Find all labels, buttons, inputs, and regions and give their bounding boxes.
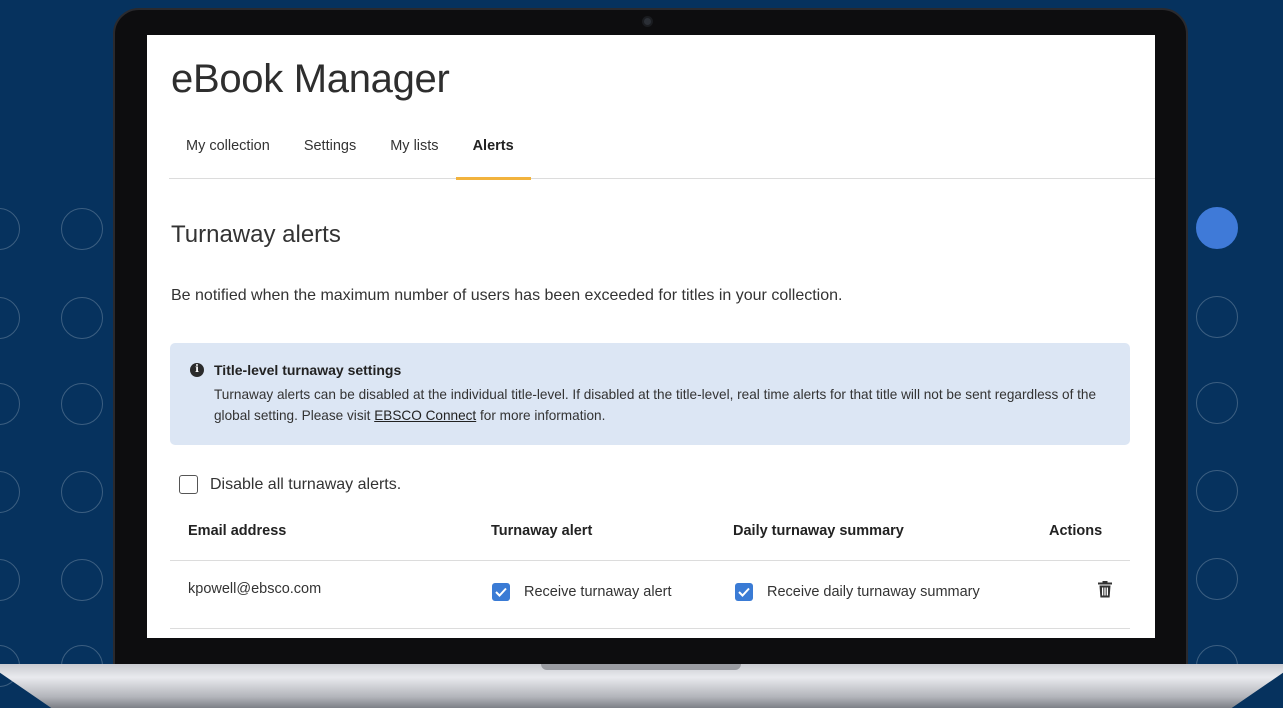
decorative-circle [0, 208, 20, 250]
decorative-circle [0, 471, 20, 513]
email-cell: kpowell@ebsco.com [188, 581, 322, 597]
section-description: Be notified when the maximum number of u… [171, 287, 843, 304]
info-text: Turnaway alerts can be disabled at the i… [214, 384, 1114, 426]
disable-all-checkbox[interactable] [179, 475, 198, 494]
disable-all-row: Disable all turnaway alerts. [179, 475, 401, 494]
turnaway-alert-cell: Receive turnaway alert [492, 583, 672, 601]
column-header-email: Email address [188, 523, 287, 539]
daily-summary-checkbox[interactable] [735, 583, 753, 601]
marketing-stage: eBook Manager My collection Settings My … [0, 0, 1283, 708]
decorative-circle [0, 559, 20, 601]
disable-all-label[interactable]: Disable all turnaway alerts. [210, 476, 401, 494]
column-header-daily-summary: Daily turnaway summary [733, 523, 904, 539]
table-row: kpowell@ebsco.com Receive turnaway alert… [170, 561, 1130, 629]
trash-icon [1098, 581, 1112, 598]
column-header-actions: Actions [1049, 523, 1103, 539]
decorative-circle [61, 559, 103, 601]
decorative-circle [0, 383, 20, 425]
app-screen: eBook Manager My collection Settings My … [147, 35, 1155, 638]
decorative-circle [1196, 382, 1238, 424]
turnaway-alert-checkbox[interactable] [492, 583, 510, 601]
section-title: Turnaway alerts [171, 221, 341, 248]
info-heading: Title-level turnaway settings [214, 362, 402, 378]
decorative-circle [1196, 558, 1238, 600]
tab-my-collection[interactable]: My collection [169, 129, 287, 179]
info-text-before-link: Turnaway alerts can be disabled at the i… [214, 387, 1097, 423]
decorative-circle [61, 383, 103, 425]
decorative-dot-filled [1196, 207, 1238, 249]
info-icon: i [190, 363, 204, 377]
turnaway-alert-label[interactable]: Receive turnaway alert [524, 584, 672, 600]
daily-summary-cell: Receive daily turnaway summary [735, 583, 980, 601]
decorative-circle [61, 471, 103, 513]
laptop-base-notch [541, 664, 741, 670]
decorative-circle [0, 297, 20, 339]
decorative-circle [1196, 296, 1238, 338]
table-header: Email address Turnaway alert Daily turna… [170, 513, 1130, 561]
info-text-after-link: for more information. [476, 408, 606, 423]
column-header-turnaway-alert: Turnaway alert [491, 523, 593, 539]
daily-summary-label[interactable]: Receive daily turnaway summary [767, 584, 980, 600]
info-callout: i Title-level turnaway settings Turnaway… [170, 343, 1130, 445]
decorative-circle [61, 208, 103, 250]
checkmark-icon [738, 587, 750, 597]
ebsco-connect-link[interactable]: EBSCO Connect [374, 408, 476, 423]
app-title: eBook Manager [171, 57, 450, 101]
checkmark-icon [495, 587, 507, 597]
laptop-base [0, 664, 1283, 708]
decorative-circle [1196, 470, 1238, 512]
tab-bar: My collection Settings My lists Alerts [169, 129, 1155, 180]
decorative-circle [61, 297, 103, 339]
tab-settings[interactable]: Settings [287, 129, 373, 179]
delete-button[interactable] [1098, 581, 1112, 602]
webcam-icon [642, 16, 653, 27]
tab-alerts[interactable]: Alerts [455, 129, 531, 180]
tab-my-lists[interactable]: My lists [373, 129, 455, 179]
